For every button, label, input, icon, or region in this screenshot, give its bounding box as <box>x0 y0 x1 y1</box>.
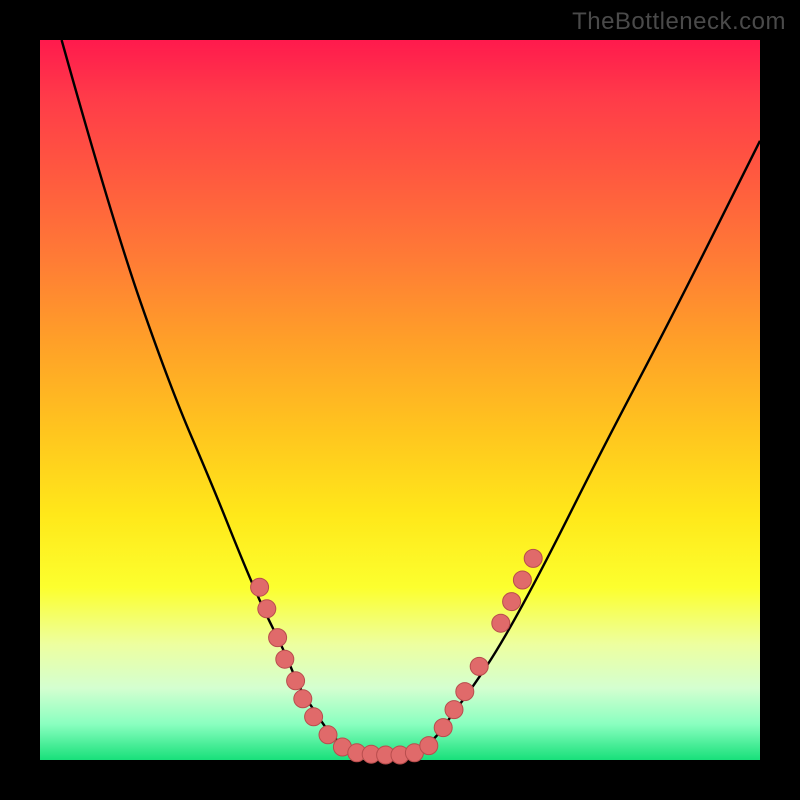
bottleneck-curve <box>62 40 760 753</box>
data-point <box>305 708 323 726</box>
data-point <box>513 571 531 589</box>
data-point <box>434 719 452 737</box>
data-point <box>319 726 337 744</box>
data-point <box>470 657 488 675</box>
chart-svg <box>40 40 760 760</box>
data-point <box>445 701 463 719</box>
data-point <box>258 600 276 618</box>
data-point <box>287 672 305 690</box>
data-point-group <box>251 549 543 764</box>
data-point <box>269 629 287 647</box>
data-point <box>492 614 510 632</box>
plot-area <box>40 40 760 760</box>
data-point <box>251 578 269 596</box>
data-point <box>524 549 542 567</box>
data-point <box>420 737 438 755</box>
data-point <box>294 690 312 708</box>
watermark-text: TheBottleneck.com <box>572 8 786 36</box>
chart-frame: TheBottleneck.com <box>0 0 800 800</box>
data-point <box>456 683 474 701</box>
data-point <box>276 650 294 668</box>
data-point <box>503 593 521 611</box>
